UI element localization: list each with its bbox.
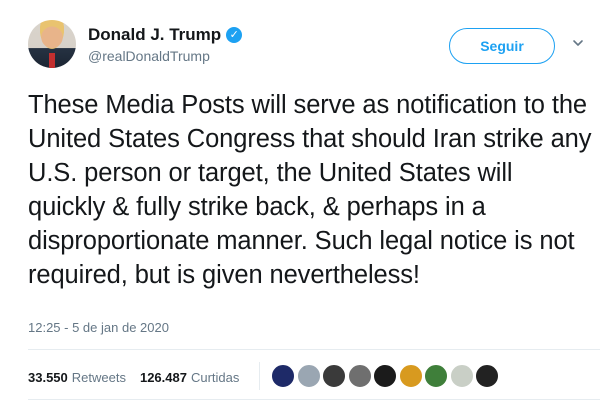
liker-avatar[interactable]	[424, 364, 448, 388]
liker-avatar[interactable]	[296, 364, 321, 388]
likes-count[interactable]: 126.487	[140, 370, 187, 385]
author-name-row: Donald J. Trump ✓	[88, 23, 308, 46]
retweets-count[interactable]: 33.550	[28, 370, 68, 385]
tweet-stats: 33.550 Retweets 126.487 Curtidas	[28, 370, 239, 385]
chevron-down-icon[interactable]	[572, 37, 584, 49]
retweets-label[interactable]: Retweets	[72, 370, 126, 385]
author-name[interactable]: Donald J. Trump	[88, 25, 221, 45]
follow-button[interactable]: Seguir	[449, 28, 555, 64]
likes-label[interactable]: Curtidas	[191, 370, 239, 385]
liker-avatar[interactable]	[271, 364, 295, 388]
stats-separator	[259, 362, 260, 390]
tweet-text: These Media Posts will serve as notifica…	[28, 91, 592, 289]
divider-bottom	[28, 399, 600, 400]
author-identity[interactable]: Donald J. Trump ✓ @realDonaldTrump	[88, 23, 308, 64]
liker-avatar[interactable]	[373, 364, 397, 388]
tweet-timestamp[interactable]: 12:25 - 5 de jan de 2020	[28, 320, 169, 335]
liker-avatar[interactable]	[398, 364, 423, 388]
author-avatar[interactable]	[28, 20, 76, 68]
liker-avatar[interactable]	[475, 364, 499, 388]
liked-by-avatars	[271, 364, 531, 388]
author-handle[interactable]: @realDonaldTrump	[88, 48, 308, 64]
liker-avatar[interactable]	[347, 364, 372, 388]
verified-badge-icon: ✓	[226, 26, 243, 43]
tweet-header: Donald J. Trump ✓ @realDonaldTrump Segui…	[28, 20, 600, 76]
divider-top	[28, 349, 600, 350]
liker-avatar[interactable]	[449, 364, 474, 388]
liker-avatar[interactable]	[322, 364, 346, 388]
